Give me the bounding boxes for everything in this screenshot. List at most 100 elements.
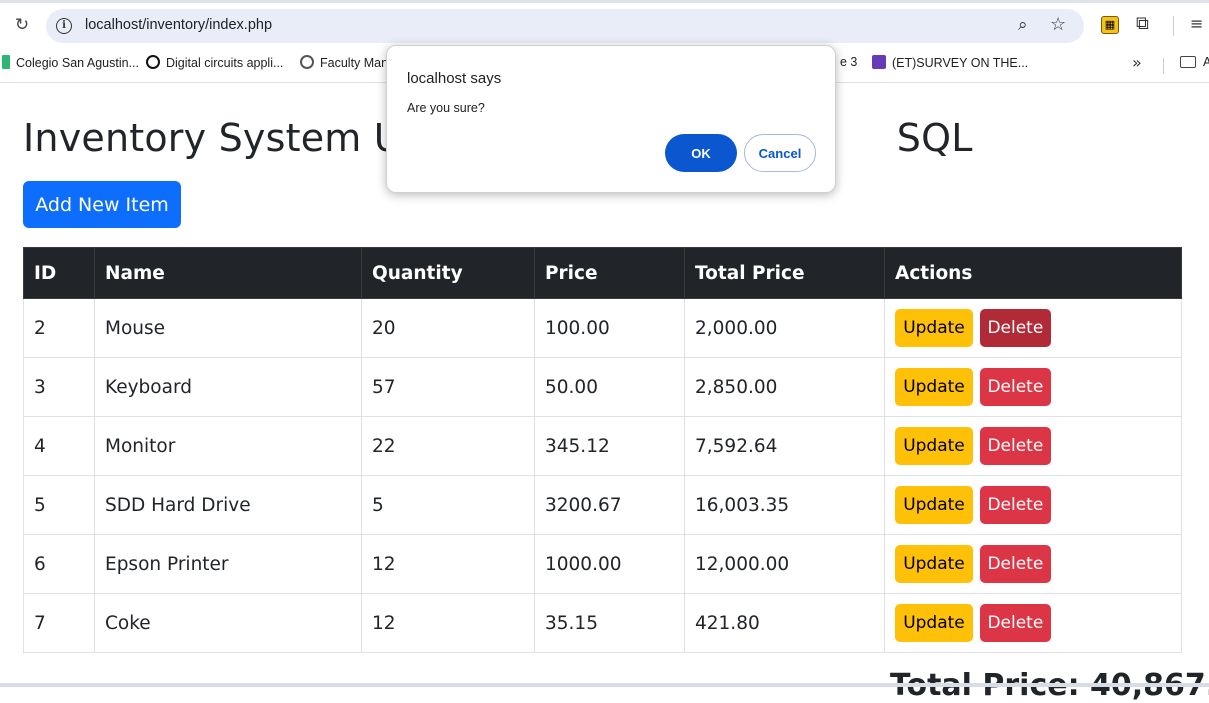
globe-icon bbox=[300, 55, 314, 69]
cell-total-price: 2,000.00 bbox=[684, 298, 885, 358]
update-button[interactable]: Update bbox=[895, 368, 973, 406]
cell-quantity: 22 bbox=[361, 416, 535, 476]
cell-name: Keyboard bbox=[94, 357, 362, 417]
column-header-price: Price bbox=[534, 247, 685, 299]
site-info-icon[interactable]: i bbox=[56, 18, 72, 34]
column-header-total-price: Total Price bbox=[684, 247, 885, 299]
cell-actions: Update Delete bbox=[884, 534, 1182, 594]
bookmark-item[interactable]: Faculty Man bbox=[300, 55, 388, 70]
bookmark-item[interactable]: Digital circuits appli... bbox=[146, 55, 283, 70]
address-bar[interactable]: i localhost/inventory/index.php ⌕ ☆ bbox=[46, 9, 1084, 43]
table-row: 7 Coke 12 35.15 421.80 Update Delete bbox=[23, 593, 1182, 653]
cell-id: 6 bbox=[23, 534, 95, 594]
delete-button[interactable]: Delete bbox=[979, 368, 1051, 406]
delete-button[interactable]: Delete bbox=[979, 486, 1051, 524]
cell-price: 345.12 bbox=[534, 416, 685, 476]
dialog-title: localhost says bbox=[407, 70, 502, 87]
update-button[interactable]: Update bbox=[895, 486, 973, 524]
cell-actions: Update Delete bbox=[884, 475, 1182, 535]
cell-name: Mouse bbox=[94, 298, 362, 358]
zoom-icon[interactable]: ⌕ bbox=[1018, 15, 1028, 35]
table-row: 6 Epson Printer 12 1000.00 12,000.00 Upd… bbox=[23, 534, 1182, 594]
cell-total-price: 421.80 bbox=[684, 593, 885, 653]
bookmark-label: (ET)SURVEY ON THE... bbox=[892, 56, 1029, 70]
bookmark-label: e 3 bbox=[840, 55, 858, 69]
cell-name: Coke bbox=[94, 593, 362, 653]
cell-quantity: 5 bbox=[361, 475, 535, 535]
bookmark-label: Colegio San Agustin... bbox=[16, 56, 139, 70]
table-row: 5 SDD Hard Drive 5 3200.67 16,003.35 Upd… bbox=[23, 475, 1182, 535]
cell-quantity: 12 bbox=[361, 534, 535, 594]
column-header-actions: Actions bbox=[884, 247, 1182, 299]
ok-button[interactable]: OK bbox=[665, 134, 737, 172]
column-header-quantity: Quantity bbox=[361, 247, 535, 299]
table-row: 3 Keyboard 57 50.00 2,850.00 Update Dele… bbox=[23, 357, 1182, 417]
browser-toolbar: ↻ i localhost/inventory/index.php ⌕ ☆ ▦ … bbox=[0, 0, 1209, 50]
cell-price: 1000.00 bbox=[534, 534, 685, 594]
bookmarks-divider bbox=[1163, 58, 1164, 74]
bookmark-label: Digital circuits appli... bbox=[166, 56, 284, 70]
inventory-table: ID Name Quantity Price Total Price Actio… bbox=[23, 247, 1182, 653]
bookmark-item[interactable]: Colegio San Agustin... bbox=[2, 55, 139, 70]
bookmark-label: Faculty Man bbox=[320, 56, 389, 70]
update-button[interactable]: Update bbox=[895, 309, 973, 347]
bookmark-star-icon[interactable]: ☆ bbox=[1050, 14, 1066, 35]
extension-icon[interactable]: ▦ bbox=[1101, 16, 1119, 34]
table-header-row: ID Name Quantity Price Total Price Actio… bbox=[23, 247, 1182, 299]
delete-button[interactable]: Delete bbox=[979, 604, 1051, 642]
delete-button[interactable]: Delete bbox=[979, 545, 1051, 583]
page-title-text: Inventory System Us bbox=[23, 116, 422, 160]
extensions-puzzle-icon[interactable]: ⧉ bbox=[1136, 13, 1149, 34]
cell-total-price: 7,592.64 bbox=[684, 416, 885, 476]
cell-name: Epson Printer bbox=[94, 534, 362, 594]
forms-icon bbox=[872, 55, 886, 69]
update-button[interactable]: Update bbox=[895, 545, 973, 583]
cell-total-price: 12,000.00 bbox=[684, 534, 885, 594]
tab-strip-edge bbox=[0, 0, 1209, 3]
delete-button[interactable]: Delete bbox=[979, 427, 1051, 465]
dialog-message: Are you sure? bbox=[407, 101, 485, 115]
bookmark-favicon-icon bbox=[2, 55, 10, 69]
url-text[interactable]: localhost/inventory/index.php bbox=[85, 17, 272, 33]
cell-price: 35.15 bbox=[534, 593, 685, 653]
confirm-dialog: localhost says Are you sure? OK Cancel bbox=[386, 45, 836, 193]
cell-id: 7 bbox=[23, 593, 95, 653]
update-button[interactable]: Update bbox=[895, 427, 973, 465]
cell-quantity: 57 bbox=[361, 357, 535, 417]
cell-actions: Update Delete bbox=[884, 593, 1182, 653]
column-header-name: Name bbox=[94, 247, 362, 299]
cell-quantity: 20 bbox=[361, 298, 535, 358]
column-header-id: ID bbox=[23, 247, 95, 299]
cell-total-price: 2,850.00 bbox=[684, 357, 885, 417]
delete-button[interactable]: Delete bbox=[979, 309, 1051, 347]
cell-actions: Update Delete bbox=[884, 416, 1182, 476]
cell-price: 3200.67 bbox=[534, 475, 685, 535]
table-row: 4 Monitor 22 345.12 7,592.64 Update Dele… bbox=[23, 416, 1182, 476]
bookmark-item[interactable]: (ET)SURVEY ON THE... bbox=[872, 55, 1028, 70]
toolbar-divider bbox=[1173, 16, 1174, 36]
media-control-icon[interactable]: ≡ bbox=[1190, 14, 1203, 33]
cell-id: 4 bbox=[23, 416, 95, 476]
bookmark-item[interactable]: e 3 bbox=[840, 55, 857, 69]
cell-id: 5 bbox=[23, 475, 95, 535]
cancel-button[interactable]: Cancel bbox=[744, 134, 816, 172]
update-button[interactable]: Update bbox=[895, 604, 973, 642]
cell-actions: Update Delete bbox=[884, 357, 1182, 417]
cell-total-price: 16,003.35 bbox=[684, 475, 885, 535]
cell-price: 50.00 bbox=[534, 357, 685, 417]
folder-label[interactable]: A bbox=[1203, 55, 1209, 69]
reload-icon[interactable]: ↻ bbox=[12, 15, 32, 35]
add-new-item-button[interactable]: Add New Item bbox=[23, 181, 181, 228]
chevron-double-right-icon[interactable]: » bbox=[1132, 53, 1142, 72]
cell-price: 100.00 bbox=[534, 298, 685, 358]
folder-icon[interactable] bbox=[1180, 56, 1196, 68]
cell-quantity: 12 bbox=[361, 593, 535, 653]
cell-name: SDD Hard Drive bbox=[94, 475, 362, 535]
window-bottom-edge bbox=[0, 683, 1209, 687]
page-title-tail: SQL bbox=[896, 116, 973, 160]
cell-id: 2 bbox=[23, 298, 95, 358]
table-row: 2 Mouse 20 100.00 2,000.00 Update Delete bbox=[23, 298, 1182, 358]
bookmark-favicon-icon bbox=[146, 55, 160, 69]
cell-id: 3 bbox=[23, 357, 95, 417]
cell-actions: Update Delete bbox=[884, 298, 1182, 358]
